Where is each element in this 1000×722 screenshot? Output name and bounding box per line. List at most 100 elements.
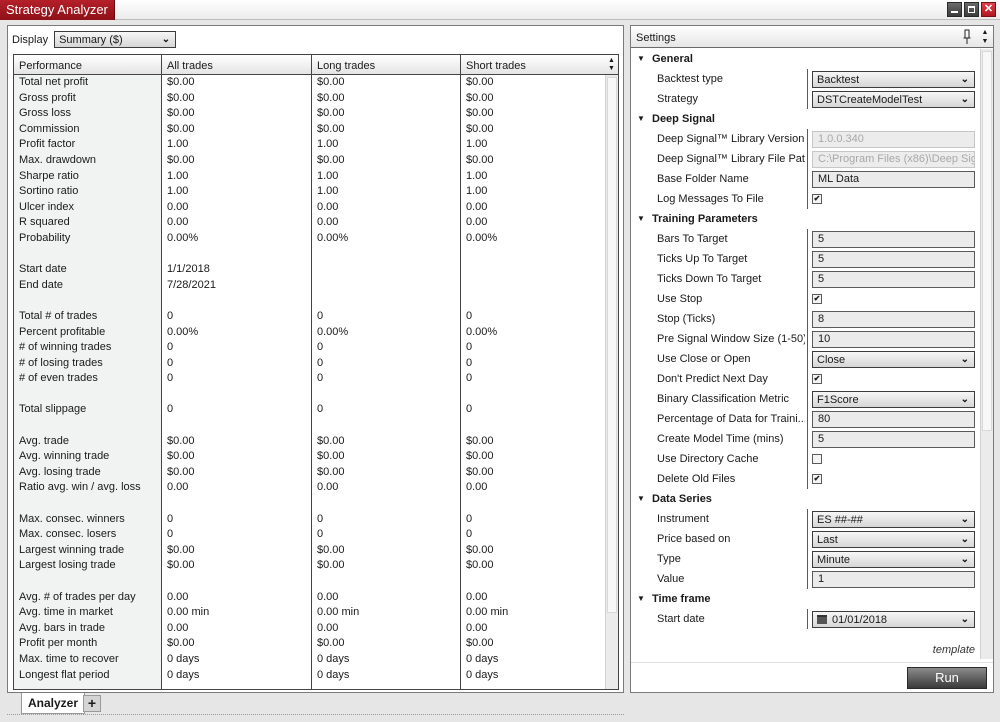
column-divider[interactable] <box>807 609 808 629</box>
binary-classification-metric-select[interactable]: F1Score ⌄ <box>812 391 975 408</box>
ticks-up-to-target-input[interactable]: 5 <box>812 251 975 268</box>
column-divider[interactable] <box>807 369 808 389</box>
pre-signal-window-size-1-50-input[interactable]: 10 <box>812 331 975 348</box>
all-trades-value: 7/28/2021 <box>167 278 216 291</box>
all-trades-value: 1.00 <box>167 138 189 151</box>
tab-analyzer[interactable]: Analyzer <box>21 693 86 714</box>
add-tab-button[interactable]: + <box>83 695 101 712</box>
don-t-predict-next-day-checkbox[interactable]: ✔ <box>812 374 822 384</box>
use-close-or-open-select[interactable]: Close ⌄ <box>812 351 975 368</box>
column-divider[interactable] <box>807 289 808 309</box>
use-stop-checkbox[interactable]: ✔ <box>812 294 822 304</box>
long-trades-value: $0.00 <box>317 76 345 88</box>
close-button[interactable]: ✕ <box>981 2 996 17</box>
base-folder-name-input[interactable]: ML Data <box>812 171 975 188</box>
settings-scrollbar-thumb[interactable] <box>982 51 992 431</box>
long-trades-value: 0.00 min <box>317 606 360 619</box>
column-divider[interactable] <box>807 409 808 429</box>
metric-name: Probability <box>19 231 71 244</box>
scroll-down-icon[interactable]: ▼ <box>605 65 618 73</box>
column-header-short-trades[interactable]: Short trades <box>461 55 606 75</box>
column-divider[interactable] <box>807 389 808 409</box>
template-label[interactable]: template <box>933 644 975 656</box>
long-trades-value: 0 <box>317 528 324 541</box>
pin-icon[interactable] <box>963 29 971 45</box>
delete-old-files-checkbox[interactable]: ✔ <box>812 474 822 484</box>
column-divider[interactable] <box>807 529 808 549</box>
settings-scroll-arrows[interactable]: ▲ ▼ <box>979 26 991 48</box>
value-input[interactable]: 1 <box>812 571 975 588</box>
table-scrollbar-thumb[interactable] <box>607 77 617 613</box>
metric-name: Total slippage <box>19 403 87 416</box>
column-divider[interactable] <box>807 149 808 169</box>
property-control: DSTCreateModelTest ⌄ <box>812 91 975 108</box>
column-divider[interactable] <box>807 169 808 189</box>
category-data-series[interactable]: ▼ Data Series <box>631 489 979 509</box>
price-based-on-select[interactable]: Last ⌄ <box>812 531 975 548</box>
category-label: Training Parameters <box>652 213 758 225</box>
column-divider[interactable] <box>807 69 808 89</box>
percentage-of-data-for-traini-input[interactable]: 80 <box>812 411 975 428</box>
log-messages-to-file-checkbox[interactable]: ✔ <box>812 194 822 204</box>
scroll-arrows[interactable]: ▲ ▼ <box>605 55 618 75</box>
use-directory-cache-checkbox[interactable] <box>812 454 822 464</box>
settings-scrollbar[interactable] <box>980 49 993 659</box>
column-header-long-trades[interactable]: Long trades <box>312 55 461 75</box>
instrument-select[interactable]: ES ##-## ⌄ <box>812 511 975 528</box>
short-trades-value: 0.00 <box>466 200 488 213</box>
column-divider[interactable] <box>807 129 808 149</box>
column-header-performance[interactable]: Performance <box>14 55 162 75</box>
column-divider[interactable] <box>807 249 808 269</box>
scroll-up-icon[interactable]: ▲ <box>605 57 618 65</box>
scroll-down-icon[interactable]: ▼ <box>979 37 991 46</box>
create-model-time-mins-input[interactable]: 5 <box>812 431 975 448</box>
category-general[interactable]: ▼ General <box>631 49 979 69</box>
display-select[interactable]: Summary ($) ⌄ <box>54 31 177 48</box>
column-divider[interactable] <box>807 269 808 289</box>
settings-title: Settings <box>636 32 676 44</box>
property-control: Last ⌄ <box>812 531 975 548</box>
collapse-arrow-icon[interactable]: ▼ <box>637 489 645 509</box>
column-divider[interactable] <box>807 189 808 209</box>
column-divider[interactable] <box>807 569 808 589</box>
column-divider[interactable] <box>807 449 808 469</box>
column-divider[interactable] <box>807 89 808 109</box>
category-time-frame[interactable]: ▼ Time frame <box>631 589 979 609</box>
ticks-down-to-target-input[interactable]: 5 <box>812 271 975 288</box>
run-button[interactable]: Run <box>907 667 987 689</box>
column-divider[interactable] <box>807 429 808 449</box>
metric-name <box>14 418 162 434</box>
minimize-button[interactable] <box>947 2 962 17</box>
type-select[interactable]: Minute ⌄ <box>812 551 975 568</box>
strategy-select[interactable]: DSTCreateModelTest ⌄ <box>812 91 975 108</box>
column-divider[interactable] <box>807 349 808 369</box>
collapse-arrow-icon[interactable]: ▼ <box>637 589 645 609</box>
column-divider[interactable] <box>807 509 808 529</box>
maximize-button[interactable] <box>964 2 979 17</box>
collapse-arrow-icon[interactable]: ▼ <box>637 209 645 229</box>
start-date-date-picker[interactable]: 01/01/2018 ⌄ <box>812 611 975 628</box>
metric-name: Avg. # of trades per day <box>19 590 136 603</box>
property-strategy: Strategy DSTCreateModelTest ⌄ <box>631 89 979 109</box>
category-deep-signal[interactable]: ▼ Deep Signal <box>631 109 979 129</box>
column-divider[interactable] <box>807 229 808 249</box>
stop-ticks-input[interactable]: 8 <box>812 311 975 328</box>
category-training-parameters[interactable]: ▼ Training Parameters <box>631 209 979 229</box>
long-trades-value <box>312 496 461 512</box>
all-trades-value: 1.00 <box>167 169 189 182</box>
column-divider[interactable] <box>807 329 808 349</box>
table-row: # of even trades 0 0 0 <box>14 371 604 387</box>
all-trades-value <box>162 496 312 512</box>
bars-to-target-input[interactable]: 5 <box>812 231 975 248</box>
collapse-arrow-icon[interactable]: ▼ <box>637 109 645 129</box>
metric-name <box>14 574 162 590</box>
column-divider[interactable] <box>807 549 808 569</box>
table-scrollbar[interactable] <box>605 75 618 689</box>
column-header-all-trades[interactable]: All trades <box>162 55 312 75</box>
scroll-up-icon[interactable]: ▲ <box>979 28 991 37</box>
metric-name: Avg. winning trade <box>19 450 110 463</box>
column-divider[interactable] <box>807 309 808 329</box>
backtest-type-select[interactable]: Backtest ⌄ <box>812 71 975 88</box>
collapse-arrow-icon[interactable]: ▼ <box>637 49 645 69</box>
column-divider[interactable] <box>807 469 808 489</box>
